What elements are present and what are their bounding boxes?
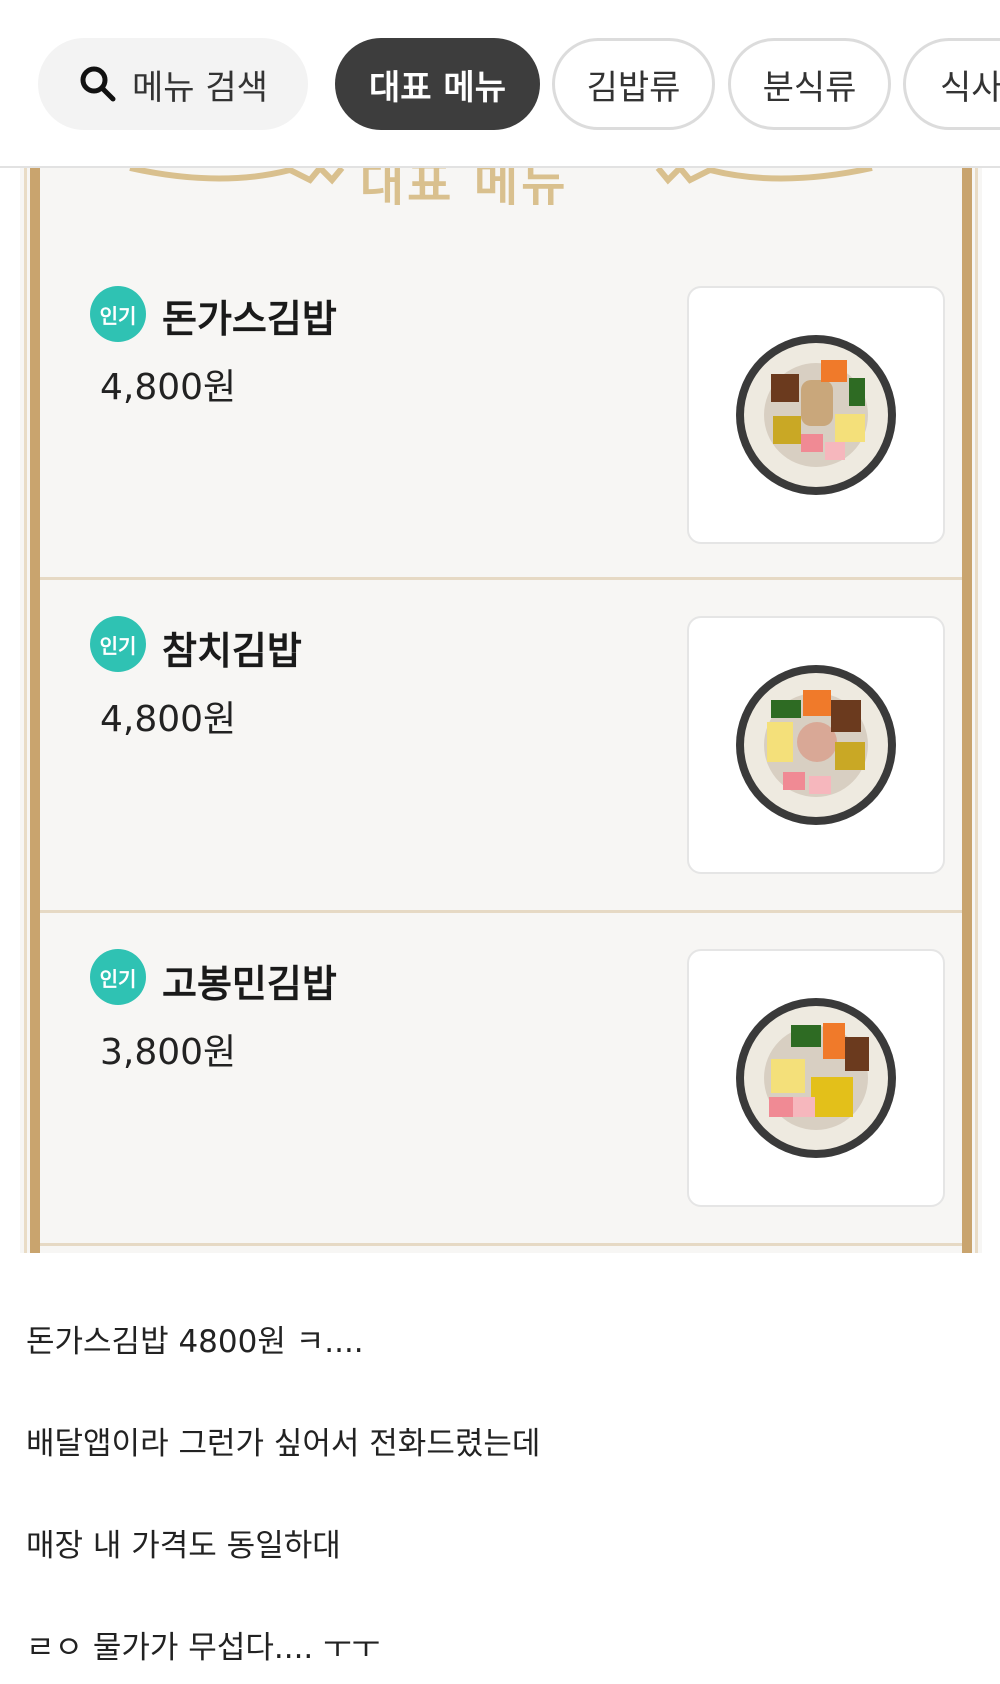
post-text-line: ㄹㅇ 물가가 무섭다.... ㅜㅜ — [26, 1630, 381, 1666]
menu-item-name: 고봉민김밥 — [162, 962, 337, 1006]
menu-item-photo[interactable] — [687, 286, 945, 544]
menu-item-price: 4,800원 — [100, 367, 237, 408]
post-text-line: 배달앱이라 그런가 싶어서 전화드렸는데 — [26, 1426, 541, 1462]
kimbap-roll-image — [736, 998, 896, 1158]
popular-badge: 인기 — [90, 949, 146, 1005]
post-text-line: 돈가스김밥 4800원 ㅋ.... — [26, 1324, 364, 1360]
tab-meals[interactable]: 식사 — [903, 38, 1000, 130]
tab-snacks[interactable]: 분식류 — [728, 38, 891, 130]
popular-badge: 인기 — [90, 616, 146, 672]
kimbap-roll-image — [736, 665, 896, 825]
panel-frame-right — [962, 168, 978, 1253]
tab-kimbap[interactable]: 김밥류 — [552, 38, 715, 130]
menu-item-name: 돈가스김밥 — [162, 297, 337, 341]
kimbap-roll-image — [736, 335, 896, 495]
menu-item-name: 참치김밥 — [162, 629, 302, 673]
menu-item-price: 3,800원 — [100, 1032, 237, 1073]
tab-signature-menu[interactable]: 대표 메뉴 — [335, 38, 540, 130]
menu-search-label: 메뉴 검색 — [132, 67, 268, 108]
post-text-line: 매장 내 가격도 동일하대 — [26, 1528, 341, 1564]
menu-item-price: 4,800원 — [100, 699, 237, 740]
panel-frame-left — [24, 168, 40, 1253]
menu-panel: 대표 메뉴 인기 돈가스김밥 4,800원 인기 참치김밥 4,800원 인기 … — [20, 168, 982, 1253]
popular-badge: 인기 — [90, 286, 146, 342]
category-bar: 메뉴 검색 대표 메뉴 김밥류 분식류 식사 — [0, 0, 1000, 168]
search-icon — [80, 66, 116, 102]
menu-item-photo[interactable] — [687, 949, 945, 1207]
menu-item[interactable]: 인기 고봉민김밥 3,800원 — [40, 913, 962, 1246]
menu-item[interactable]: 인기 돈가스김밥 4,800원 — [40, 168, 962, 580]
menu-search-button[interactable]: 메뉴 검색 — [38, 38, 308, 130]
menu-item-photo[interactable] — [687, 616, 945, 874]
menu-item[interactable]: 인기 참치김밥 4,800원 — [40, 580, 962, 913]
